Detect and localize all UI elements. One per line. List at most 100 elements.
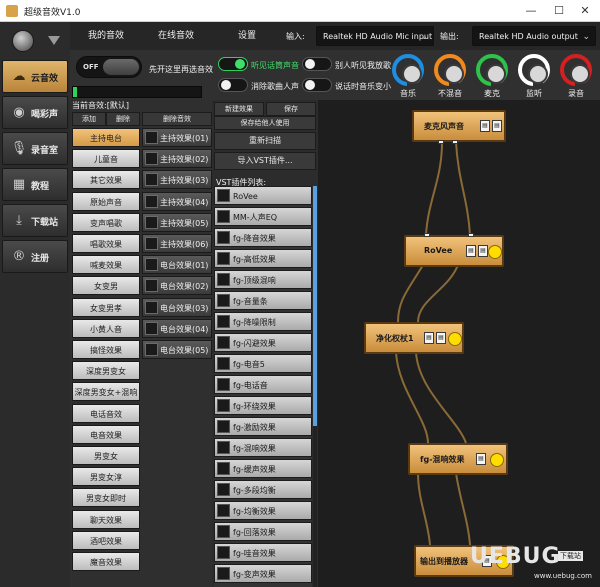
node-input-pin[interactable] (468, 233, 474, 237)
preset-item[interactable]: 唱歌效果 (72, 234, 140, 253)
output-device-select[interactable]: Realtek HD Audio output ⌄ (472, 26, 596, 46)
preset-item[interactable]: 聊天效果 (72, 509, 140, 529)
node-reverb[interactable]: fg-混响效果 ▤ (408, 443, 508, 475)
preset-item[interactable]: 喊麦效果 (72, 255, 140, 275)
delete-preset-button[interactable]: 删除 (106, 112, 140, 126)
tab-my-effects[interactable]: 我的音效 (88, 28, 124, 41)
vst-plugin-item[interactable]: RoVee (214, 186, 312, 205)
preset-item[interactable]: 其它效果 (72, 170, 140, 190)
preset-item[interactable]: 男变女即时 (72, 488, 140, 508)
node-settings-icon[interactable]: ▤ (466, 245, 476, 257)
preset-item[interactable]: 男变女 (72, 446, 140, 465)
vst-plugin-item[interactable]: fg-缓声效果 (214, 459, 312, 478)
node-output-pin[interactable] (452, 140, 458, 144)
volume-knob[interactable]: 麦克 (472, 52, 512, 102)
power-toggle[interactable]: OFF (76, 56, 142, 78)
vst-plugin-item[interactable]: fg-混响效果 (214, 438, 312, 457)
node-settings-icon[interactable]: ▤ (424, 332, 434, 344)
nav-item[interactable]: 🎙 录音室 (2, 132, 68, 165)
node-status-dot[interactable] (488, 245, 502, 259)
preset-item[interactable]: 女变男孝 (72, 297, 140, 317)
nav-item[interactable]: ⤓ 下载站 (2, 204, 68, 237)
preset-item[interactable]: 魔音效果 (72, 552, 140, 571)
effect-item[interactable]: 电台效果(05) (142, 340, 212, 359)
logo-icon[interactable] (12, 30, 34, 52)
node-settings-icon[interactable]: ▤ (480, 120, 490, 132)
node-status-dot[interactable] (448, 332, 462, 346)
option-toggle[interactable] (302, 57, 332, 71)
node-settings-icon[interactable]: ▤ (478, 245, 488, 257)
save-for-others-button[interactable]: 保存给他人使用 (214, 116, 316, 130)
vst-plugin-item[interactable]: fg-电话音 (214, 375, 312, 394)
effect-item[interactable]: 主持效果(02) (142, 149, 212, 169)
vst-plugin-item[interactable]: fg-顶级混响 (214, 270, 312, 289)
preset-item[interactable]: 电话音效 (72, 403, 140, 423)
vst-plugin-item[interactable]: fg-回落效果 (214, 522, 312, 541)
effect-item[interactable]: 主持效果(05) (142, 212, 212, 232)
preset-item[interactable]: 小黄人音 (72, 318, 140, 338)
save-button[interactable]: 保存 (266, 102, 316, 116)
node-output-pin[interactable] (438, 140, 444, 144)
volume-knob[interactable]: 录音 (556, 52, 596, 102)
effect-item[interactable]: 主持效果(03) (142, 170, 212, 190)
node-status-dot[interactable] (490, 453, 504, 467)
node-input-pin[interactable] (424, 233, 430, 237)
tab-settings[interactable]: 设置 (238, 28, 256, 41)
node-settings-icon[interactable]: ▤ (476, 453, 486, 465)
vst-plugin-item[interactable]: fg-高低效果 (214, 249, 312, 268)
effect-item[interactable]: 电台效果(02) (142, 276, 212, 296)
effect-item[interactable]: 电台效果(04) (142, 318, 212, 338)
preset-item[interactable]: 女变男 (72, 276, 140, 296)
effect-chain-canvas[interactable]: 麦克风声音 ▤ ▤ RoVee ▤ ▤ 净化权杖1 ▤ ▤ fg-混响效果 ▤ … (318, 100, 600, 587)
close-button[interactable]: ✕ (572, 2, 598, 20)
effect-item[interactable]: 电台效果(03) (142, 297, 212, 317)
volume-knob[interactable]: 不混音 (430, 52, 470, 102)
preset-item[interactable]: 深度男变女+混响 (72, 382, 140, 402)
preset-item[interactable]: 主持电台 (72, 128, 140, 147)
preset-item[interactable]: 酒吧效果 (72, 530, 140, 550)
minimize-button[interactable]: — (518, 2, 544, 20)
tab-online-effects[interactable]: 在线音效 (158, 28, 194, 41)
vst-plugin-item[interactable]: fg-多段均衡 (214, 480, 312, 499)
node-settings-icon[interactable]: ▤ (436, 332, 446, 344)
node-rovee[interactable]: RoVee ▤ ▤ (404, 233, 504, 267)
vst-scrollbar[interactable] (313, 186, 317, 587)
vst-plugin-item[interactable]: fg-音量条 (214, 291, 312, 310)
nav-item[interactable]: ◉ 喝彩声 (2, 96, 68, 129)
effect-item[interactable]: 电台效果(01) (142, 255, 212, 275)
vst-plugin-item[interactable]: fg-电音5 (214, 354, 312, 373)
vst-scroll-thumb[interactable] (313, 186, 317, 426)
vst-plugin-item[interactable]: fg-变声效果 (214, 564, 312, 583)
vst-plugin-item[interactable]: fg-环绕效果 (214, 396, 312, 415)
vst-plugin-item[interactable]: fg-激励效果 (214, 417, 312, 436)
nav-item[interactable]: ® 注册 (2, 240, 68, 273)
vst-plugin-item[interactable]: MM-人声EQ (214, 207, 312, 226)
delete-effect-button[interactable]: 删除音效 (142, 112, 212, 126)
preset-item[interactable]: 深度男变女 (72, 361, 140, 381)
effect-item[interactable]: 主持效果(04) (142, 191, 212, 211)
maximize-button[interactable]: ☐ (546, 2, 572, 20)
preset-item[interactable]: 儿童音 (72, 149, 140, 169)
vst-plugin-item[interactable]: fg-哇音效果 (214, 543, 312, 562)
option-toggle[interactable] (302, 78, 332, 92)
option-toggle[interactable] (218, 57, 248, 71)
rescan-button[interactable]: 重新扫描 (214, 132, 316, 150)
node-mic-input[interactable]: 麦克风声音 ▤ ▤ (412, 110, 506, 144)
volume-knob[interactable]: 音乐 (388, 52, 428, 102)
preset-item[interactable]: 搞怪效果 (72, 340, 140, 359)
effect-item[interactable]: 主持效果(06) (142, 234, 212, 253)
vst-plugin-item[interactable]: fg-降噪限制 (214, 312, 312, 331)
add-preset-button[interactable]: 添加 (72, 112, 106, 126)
import-vst-button[interactable]: 导入VST插件... (214, 152, 316, 170)
vst-plugin-item[interactable]: fg-闪避效果 (214, 333, 312, 352)
input-device-select[interactable]: Realtek HD Audio Mic input ⌄ (316, 26, 434, 46)
node-purify[interactable]: 净化权杖1 ▤ ▤ (364, 322, 464, 354)
volume-knob[interactable]: 监听 (514, 52, 554, 102)
node-settings-icon[interactable]: ▤ (492, 120, 502, 132)
preset-item[interactable]: 变声唱歌 (72, 212, 140, 232)
option-toggle[interactable] (218, 78, 248, 92)
preset-item[interactable]: 男变女淳 (72, 467, 140, 487)
effect-item[interactable]: 主持效果(01) (142, 128, 212, 147)
vst-plugin-item[interactable]: fg-均衡效果 (214, 501, 312, 520)
new-effect-button[interactable]: 新建效果 (214, 102, 264, 116)
